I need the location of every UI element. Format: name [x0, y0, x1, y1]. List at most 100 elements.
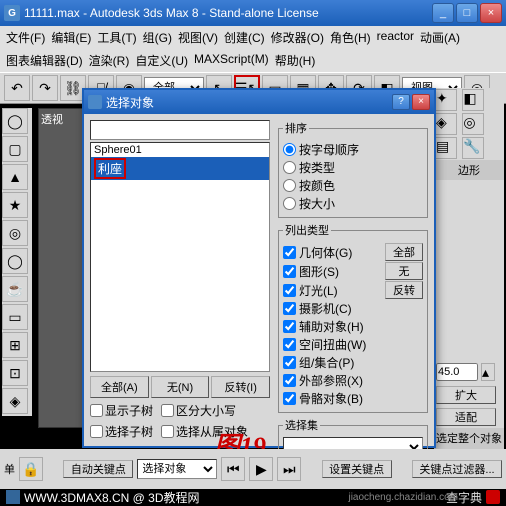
sort-legend: 排序 [283, 120, 309, 136]
menu-group[interactable]: 组(G) [143, 29, 172, 46]
footer-icon [6, 490, 20, 504]
sort-fieldset: 排序 按字母顺序 按类型 按颜色 按大小 [278, 120, 428, 218]
expand-button[interactable]: 扩大 [436, 386, 496, 404]
dialog-title: 选择对象 [106, 94, 154, 111]
command-panel: ✦ ◧ ◈ ◎ ▤ 🔧 边形 ▴ 扩大 适配 选定整个对象 连接 [434, 88, 504, 448]
plane-icon[interactable]: ▭ [2, 304, 28, 330]
spinner-value[interactable] [436, 363, 478, 381]
torus-icon[interactable]: ◯ [2, 248, 28, 274]
case-sensitive-check[interactable]: 区分大小写 [161, 402, 236, 419]
menu-render[interactable]: 渲染(R) [89, 52, 130, 69]
play-icon[interactable]: ▶ [249, 457, 273, 481]
select-subtree-check[interactable]: 选择子树 [90, 423, 153, 440]
select-object-dialog: 选择对象 ? × Sphere01 利座 全部(A) 无(N) 反转(I) 显示… [82, 88, 436, 448]
none-button[interactable]: 无(N) [151, 376, 210, 398]
helpers-icon[interactable]: ⊞ [2, 332, 28, 358]
dialog-close-button[interactable]: × [412, 94, 430, 110]
menu-views[interactable]: 视图(V) [178, 29, 218, 46]
menu-create[interactable]: 创建(C) [224, 29, 265, 46]
menu-tools[interactable]: 工具(T) [97, 29, 136, 46]
menubar: 文件(F) 编辑(E) 工具(T) 组(G) 视图(V) 创建(C) 修改器(O… [0, 26, 506, 72]
cone-icon[interactable]: ▲ [2, 164, 28, 190]
hierarchy-tab-icon[interactable]: ◈ [435, 113, 457, 135]
utilities-tab-icon[interactable]: 🔧 [462, 137, 484, 159]
lt-spacewarps[interactable]: 空间扭曲(W) [283, 336, 423, 353]
menu-modifiers[interactable]: 修改器(O) [271, 29, 324, 46]
modify-tab-icon[interactable]: ◧ [462, 89, 484, 111]
list-item[interactable]: Sphere01 [91, 143, 269, 157]
motion-tab-icon[interactable]: ◎ [462, 113, 484, 135]
close-button[interactable]: × [480, 3, 502, 23]
undo-icon[interactable]: ↶ [4, 75, 30, 101]
show-subtree-check[interactable]: 显示子树 [90, 402, 153, 419]
next-key-icon[interactable]: ⏭ [277, 457, 301, 481]
prev-key-icon[interactable]: ⏮ [221, 457, 245, 481]
name-filter-input[interactable] [90, 120, 270, 140]
list-item-selected[interactable]: 利座 [91, 157, 269, 180]
systems-icon[interactable]: ⊡ [2, 360, 28, 386]
titlebar: G 11111.max - Autodesk 3ds Max 8 - Stand… [0, 0, 506, 26]
menu-reactor[interactable]: reactor [377, 29, 414, 46]
lt-geometry[interactable]: 几何体(G)全部 [283, 243, 423, 261]
display-tab-icon[interactable]: ▤ [435, 137, 457, 159]
setkey-button[interactable]: 设置关键点 [322, 460, 392, 478]
menu-maxscript[interactable]: MAXScript(M) [194, 52, 269, 69]
lock-icon[interactable]: 🔒 [19, 457, 43, 481]
teapot-icon[interactable]: ☕ [2, 276, 28, 302]
menu-character[interactable]: 角色(H) [330, 29, 371, 46]
lt-lights[interactable]: 灯光(L)反转 [283, 281, 423, 299]
lt-all-button[interactable]: 全部 [385, 243, 423, 261]
maximize-button[interactable]: □ [456, 3, 478, 23]
menu-help[interactable]: 帮助(H) [275, 52, 316, 69]
selectset-legend: 选择集 [283, 417, 320, 433]
select-object-combo[interactable]: 选择对象 [137, 459, 217, 479]
footer-logo-icon [486, 490, 500, 504]
dialog-titlebar: 选择对象 ? × [84, 90, 434, 114]
lt-none-button[interactable]: 无 [385, 262, 423, 280]
footer-url: WWW.3DMAX8.CN @ 3D教程网 [24, 489, 200, 506]
shrink-button[interactable]: 适配 [436, 408, 496, 426]
menu-graph[interactable]: 图表编辑器(D) [6, 52, 83, 69]
lt-xrefs[interactable]: 外部参照(X) [283, 372, 423, 389]
lt-shapes[interactable]: 图形(S)无 [283, 262, 423, 280]
menu-customize[interactable]: 自定义(U) [135, 52, 188, 69]
sort-type[interactable]: 按类型 [283, 159, 423, 176]
lt-helpers[interactable]: 辅助对象(H) [283, 318, 423, 335]
single-label: 单 [4, 461, 15, 477]
select-whole-label: 选定整个对象 [434, 428, 504, 448]
lt-cameras[interactable]: 摄影机(C) [283, 300, 423, 317]
create-tab-icon[interactable]: ✦ [435, 89, 457, 111]
dialog-help-button[interactable]: ? [392, 94, 410, 110]
app-icon: G [4, 5, 20, 21]
menu-edit[interactable]: 编辑(E) [51, 29, 91, 46]
lt-bones[interactable]: 骨骼对象(B) [283, 390, 423, 407]
menu-animation[interactable]: 动画(A) [420, 29, 460, 46]
invert-button[interactable]: 反转(I) [211, 376, 270, 398]
all-button[interactable]: 全部(A) [90, 376, 149, 398]
sort-color[interactable]: 按颜色 [283, 177, 423, 194]
footer-watermark: jiaocheng.chazidian.com [348, 492, 458, 503]
spinner-up-icon[interactable]: ▴ [481, 363, 495, 381]
autokey-button[interactable]: 自动关键点 [63, 460, 133, 478]
object-list[interactable]: Sphere01 利座 [90, 142, 270, 372]
sort-size[interactable]: 按大小 [283, 195, 423, 212]
cylinder-icon[interactable]: ◎ [2, 220, 28, 246]
box-icon[interactable]: ▢ [2, 136, 28, 162]
keyfilter-button[interactable]: 关键点过滤器... [412, 460, 502, 478]
sort-alpha[interactable]: 按字母顺序 [283, 141, 423, 158]
listtypes-legend: 列出类型 [283, 222, 331, 238]
window-title: 11111.max - Autodesk 3ds Max 8 - Stand-a… [24, 6, 319, 20]
listtypes-fieldset: 列出类型 几何体(G)全部 图形(S)无 灯光(L)反转 摄影机(C) 辅助对象… [278, 222, 428, 413]
menu-file[interactable]: 文件(F) [6, 29, 45, 46]
sphere-icon[interactable]: ◯ [2, 108, 28, 134]
status-bar: 单 🔒 自动关键点 选择对象 ⏮ ▶ ⏭ 设置关键点 关键点过滤器... [0, 449, 506, 489]
dialog-icon [88, 95, 102, 109]
lt-invert-button[interactable]: 反转 [385, 281, 423, 299]
minimize-button[interactable]: _ [432, 3, 454, 23]
extra1-icon[interactable]: ◈ [2, 388, 28, 414]
shape-label: 边形 [434, 160, 504, 180]
star-icon[interactable]: ★ [2, 192, 28, 218]
redo-icon[interactable]: ↷ [32, 75, 58, 101]
footer: WWW.3DMAX8.CN @ 3D教程网 jiaocheng.chazidia… [0, 489, 506, 505]
lt-groups[interactable]: 组/集合(P) [283, 354, 423, 371]
